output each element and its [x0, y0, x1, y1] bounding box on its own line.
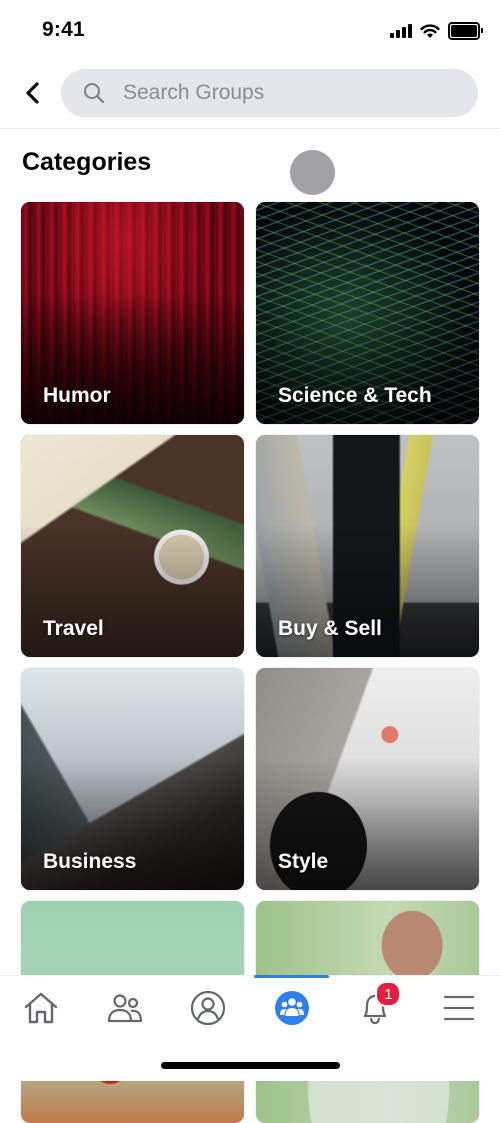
search-input[interactable]	[121, 80, 445, 106]
category-tile-style[interactable]: Style	[256, 668, 479, 890]
category-tile-humor[interactable]: Humor	[21, 202, 244, 424]
tab-home[interactable]	[17, 984, 65, 1032]
notification-badge: 1	[375, 981, 402, 1007]
tab-friends[interactable]	[101, 984, 149, 1032]
cellular-signal-icon	[390, 24, 412, 38]
groups-icon	[274, 991, 309, 1025]
home-icon	[24, 992, 58, 1024]
status-icons	[390, 22, 483, 40]
search-bar[interactable]	[61, 69, 478, 117]
category-label: Buy & Sell	[278, 617, 382, 640]
wifi-icon	[420, 23, 440, 38]
category-label: Style	[278, 850, 329, 873]
header-divider	[0, 128, 500, 129]
active-tab-indicator	[254, 975, 329, 978]
friends-icon	[107, 994, 142, 1023]
category-label: Business	[43, 850, 137, 873]
tab-profile[interactable]	[184, 984, 232, 1032]
category-tile-science-tech[interactable]: Science & Tech	[256, 202, 479, 424]
category-label: Travel	[43, 617, 104, 640]
battery-icon	[448, 22, 483, 40]
chevron-left-icon	[26, 82, 39, 104]
category-tile-buy-sell[interactable]: Buy & Sell	[256, 435, 479, 657]
category-label: Science & Tech	[278, 384, 432, 407]
profile-icon	[191, 990, 226, 1026]
status-time: 9:41	[42, 18, 85, 41]
back-button[interactable]	[16, 76, 50, 110]
category-tile-travel[interactable]: Travel	[21, 435, 244, 657]
tab-groups[interactable]	[268, 984, 316, 1032]
categories-title: Categories	[22, 148, 152, 176]
search-icon	[84, 83, 105, 104]
header	[0, 68, 500, 118]
touch-indicator	[290, 150, 335, 195]
menu-icon	[443, 995, 475, 1021]
status-bar: 9:41	[0, 0, 500, 60]
category-label: Humor	[43, 384, 111, 407]
tab-menu[interactable]	[435, 984, 483, 1032]
category-tile-business[interactable]: Business	[21, 668, 244, 890]
home-indicator	[161, 1062, 340, 1069]
tab-notifications[interactable]: 1	[351, 981, 402, 1032]
